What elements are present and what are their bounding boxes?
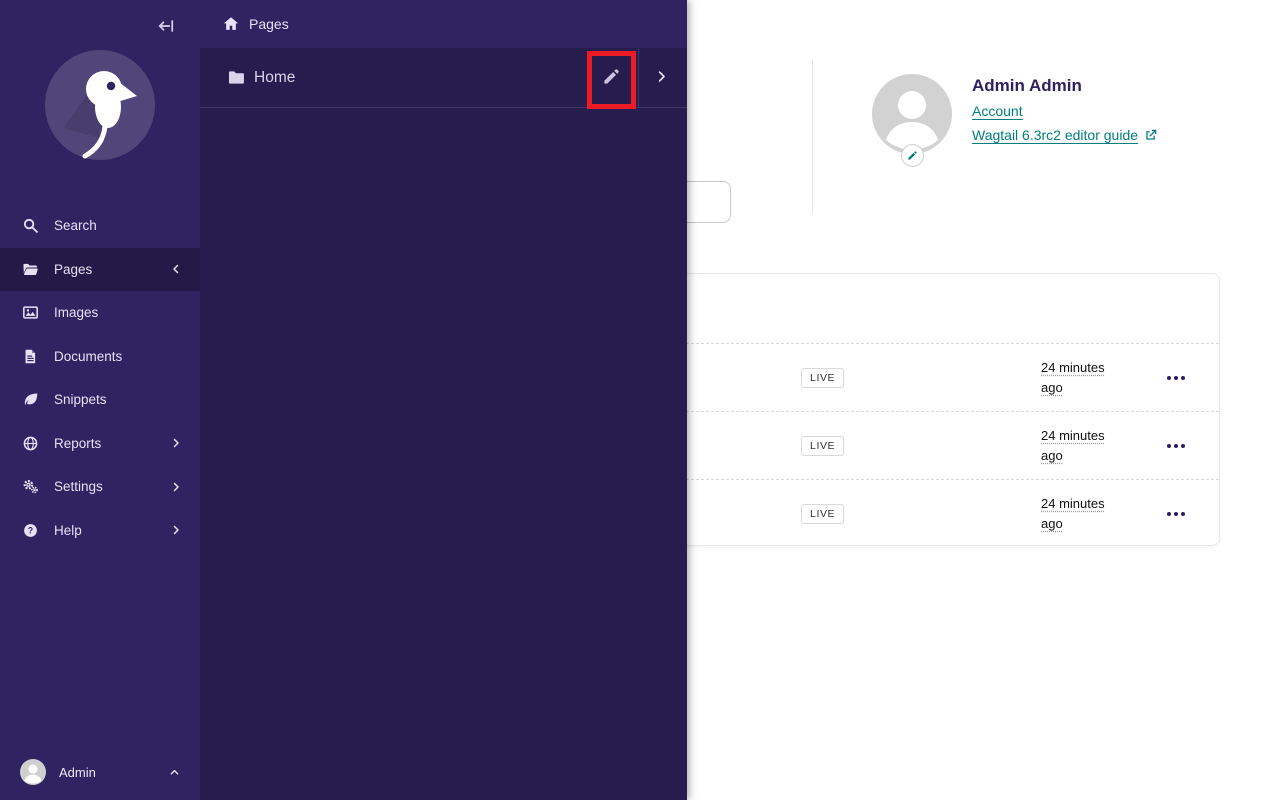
wagtail-logo[interactable] (45, 50, 155, 160)
avatar (872, 74, 952, 154)
profile-name: Admin Admin (972, 76, 1082, 96)
sidebar-item-label: Pages (54, 262, 92, 277)
card-header (641, 274, 1219, 343)
row-actions-button[interactable] (1163, 508, 1189, 520)
row-divider (638, 48, 639, 107)
avatar-icon (20, 759, 46, 785)
sidebar-item-snippets[interactable]: Snippets (0, 378, 200, 422)
globe-icon (22, 435, 39, 452)
pages-flyout-panel: Pages Home (200, 0, 687, 800)
chevron-up-icon (169, 767, 180, 778)
status-badge: LIVE (801, 504, 844, 524)
row-actions-button[interactable] (1163, 372, 1189, 384)
sidebar-item-label: Search (54, 218, 97, 233)
sidebar-item-label: Documents (54, 349, 122, 364)
sidebar-item-pages[interactable]: Pages (0, 248, 200, 292)
document-icon (22, 348, 39, 365)
person-icon (872, 74, 952, 154)
sidebar-item-settings[interactable]: Settings (0, 465, 200, 509)
table-row: LIVE 24 minutes ago (641, 479, 1219, 547)
folder-icon (227, 68, 246, 87)
flyout-header: Pages (200, 0, 687, 48)
annotation-highlight-box (587, 51, 636, 109)
chevron-right-icon (170, 481, 182, 493)
page-item-label: Home (254, 69, 295, 87)
updated-time[interactable]: 24 minutes ago (1041, 358, 1115, 398)
search-icon (22, 217, 39, 234)
editor-guide-link[interactable]: Wagtail 6.3rc2 editor guide (972, 127, 1138, 143)
sidebar-item-search[interactable]: Search (0, 204, 200, 248)
profile-divider (812, 60, 813, 213)
chevron-right-icon (170, 437, 182, 449)
wagtail-bird-icon (45, 50, 155, 160)
sidebar-item-documents[interactable]: Documents (0, 335, 200, 379)
chevron-left-icon (170, 263, 182, 275)
table-row: LIVE 24 minutes ago (641, 343, 1219, 411)
status-badge: LIVE (801, 368, 844, 388)
sidebar-menu: Search Pages Images (0, 204, 200, 552)
svg-text:?: ? (28, 525, 33, 535)
help-icon: ? (22, 522, 39, 539)
sidebar-account-button[interactable]: Admin (0, 744, 200, 800)
status-badge: LIVE (801, 436, 844, 456)
updated-time[interactable]: 24 minutes ago (1041, 426, 1115, 466)
updated-time[interactable]: 24 minutes ago (1041, 494, 1115, 534)
home-icon (222, 15, 240, 33)
recent-edits-card: LIVE 24 minutes ago LIVE 24 minutes ago … (640, 273, 1220, 546)
pencil-icon (907, 150, 918, 161)
external-link-icon (1144, 128, 1158, 142)
avatar-edit-button[interactable] (901, 144, 924, 167)
snippet-icon (22, 391, 39, 408)
collapse-sidebar-button[interactable] (146, 11, 186, 41)
image-icon (22, 304, 39, 321)
cog-icon (22, 478, 39, 495)
sidebar-item-label: Settings (54, 479, 103, 494)
sidebar-item-reports[interactable]: Reports (0, 422, 200, 466)
expand-page-button[interactable] (650, 67, 672, 89)
wagtail-admin-screen: Admin Admin Account Wagtail 6.3rc2 edito… (0, 0, 1280, 800)
account-link[interactable]: Account (972, 103, 1023, 119)
sidebar-item-images[interactable]: Images (0, 291, 200, 335)
sidebar-item-label: Snippets (54, 392, 107, 407)
chevron-right-icon (170, 524, 182, 536)
flyout-title: Pages (249, 16, 289, 32)
chevron-right-icon (654, 69, 669, 84)
collapse-left-icon (156, 16, 176, 36)
table-row: LIVE 24 minutes ago (641, 411, 1219, 479)
sidebar-item-help[interactable]: ? Help (0, 509, 200, 553)
row-actions-button[interactable] (1163, 440, 1189, 452)
sidebar: Search Pages Images (0, 0, 200, 800)
folder-open-icon (22, 261, 39, 278)
sidebar-item-label: Help (54, 523, 82, 538)
sidebar-footer-label: Admin (59, 765, 96, 780)
sidebar-item-label: Images (54, 305, 98, 320)
sidebar-item-label: Reports (54, 436, 101, 451)
